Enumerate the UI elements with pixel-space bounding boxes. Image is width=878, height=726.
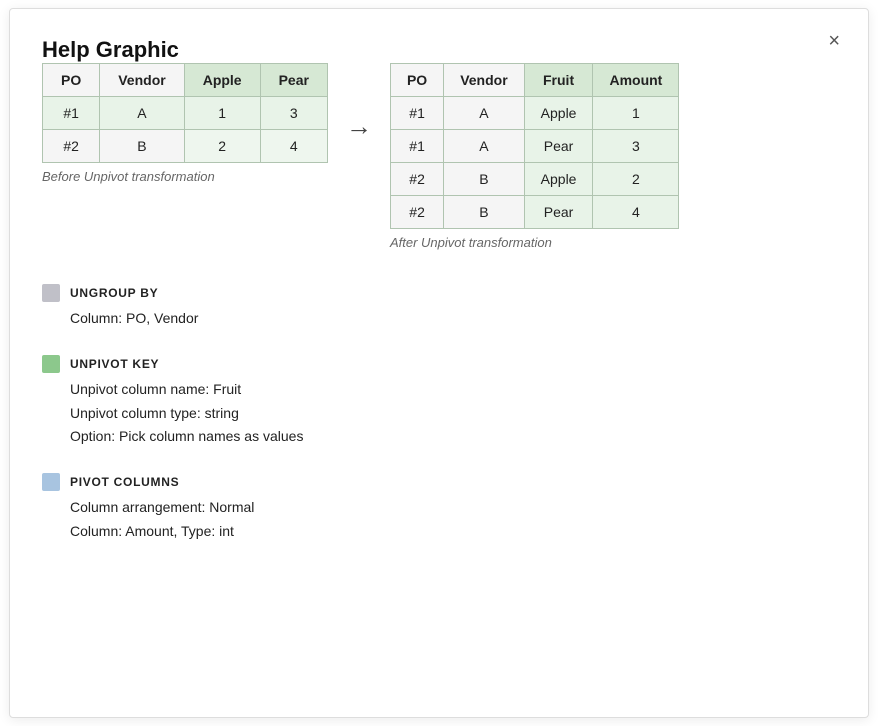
before-cell: 4: [260, 130, 327, 163]
before-cell: 2: [184, 130, 260, 163]
before-th-vendor: Vendor: [100, 64, 184, 97]
before-table: PO Vendor Apple Pear #1 A 1 3: [42, 63, 328, 163]
ungroup-color-box: [42, 284, 60, 302]
before-table-wrapper: PO Vendor Apple Pear #1 A 1 3: [42, 63, 328, 184]
after-cell: B: [444, 163, 524, 196]
after-th-amount: Amount: [593, 64, 679, 97]
before-th-po: PO: [43, 64, 100, 97]
left-panel: PO Vendor Apple Pear #1 A 1 3: [42, 63, 836, 544]
unpivot-key-header: UNPIVOT KEY: [42, 355, 816, 373]
before-th-apple: Apple: [184, 64, 260, 97]
unpivot-key-line-3: Option: Pick column names as values: [70, 425, 816, 449]
after-cell-amount: 1: [593, 97, 679, 130]
after-table-wrapper: PO Vendor Fruit Amount #1 A Apple: [390, 63, 679, 250]
after-cell-amount: 2: [593, 163, 679, 196]
after-cell: #2: [390, 163, 443, 196]
after-cell: A: [444, 130, 524, 163]
pivot-columns-section: PIVOT COLUMNS Column arrangement: Normal…: [42, 473, 816, 544]
after-cell-amount: 3: [593, 130, 679, 163]
after-cell-fruit: Pear: [524, 130, 593, 163]
table-row: #1 A Pear 3: [390, 130, 678, 163]
dialog-title: Help Graphic: [42, 37, 179, 62]
after-cell: #1: [390, 97, 443, 130]
arrow-area: →: [328, 63, 390, 142]
unpivot-key-line-1: Unpivot column name: Fruit: [70, 378, 816, 402]
pivot-columns-color-box: [42, 473, 60, 491]
content-area: PO Vendor Apple Pear #1 A 1 3: [42, 63, 836, 544]
after-table: PO Vendor Fruit Amount #1 A Apple: [390, 63, 679, 229]
table-row: #2 B Apple 2: [390, 163, 678, 196]
ungroup-label: UNGROUP BY: [70, 286, 158, 300]
after-th-fruit: Fruit: [524, 64, 593, 97]
after-caption: After Unpivot transformation: [390, 235, 679, 250]
table-row: #1 A Apple 1: [390, 97, 678, 130]
after-cell: #1: [390, 130, 443, 163]
close-button[interactable]: ×: [828, 31, 840, 51]
before-cell: #2: [43, 130, 100, 163]
pivot-columns-header: PIVOT COLUMNS: [42, 473, 816, 491]
table-row: #1 A 1 3: [43, 97, 328, 130]
after-th-vendor: Vendor: [444, 64, 524, 97]
ungroup-header: UNGROUP BY: [42, 284, 816, 302]
before-cell: 3: [260, 97, 327, 130]
tables-row: PO Vendor Apple Pear #1 A 1 3: [42, 63, 816, 260]
after-cell: A: [444, 97, 524, 130]
before-cell: B: [100, 130, 184, 163]
ungroup-body: Column: PO, Vendor: [42, 307, 816, 331]
before-cell: A: [100, 97, 184, 130]
unpivot-key-section: UNPIVOT KEY Unpivot column name: Fruit U…: [42, 355, 816, 449]
after-cell-amount: 4: [593, 196, 679, 229]
after-cell-fruit: Apple: [524, 97, 593, 130]
unpivot-key-color-box: [42, 355, 60, 373]
after-cell-fruit: Pear: [524, 196, 593, 229]
unpivot-key-line-2: Unpivot column type: string: [70, 402, 816, 426]
after-cell-fruit: Apple: [524, 163, 593, 196]
after-cell: #2: [390, 196, 443, 229]
unpivot-key-label: UNPIVOT KEY: [70, 357, 159, 371]
table-row: #2 B 2 4: [43, 130, 328, 163]
transform-arrow: →: [346, 111, 372, 142]
ungroup-section: UNGROUP BY Column: PO, Vendor: [42, 284, 816, 331]
pivot-columns-body: Column arrangement: Normal Column: Amoun…: [42, 496, 816, 544]
pivot-columns-label: PIVOT COLUMNS: [70, 475, 179, 489]
unpivot-key-body: Unpivot column name: Fruit Unpivot colum…: [42, 378, 816, 449]
after-th-po: PO: [390, 64, 443, 97]
after-cell: B: [444, 196, 524, 229]
help-graphic-dialog: Help Graphic × PO Vendor Apple Pear: [9, 8, 869, 718]
before-cell: 1: [184, 97, 260, 130]
before-th-pear: Pear: [260, 64, 327, 97]
ungroup-line: Column: PO, Vendor: [70, 307, 816, 331]
before-cell: #1: [43, 97, 100, 130]
table-row: #2 B Pear 4: [390, 196, 678, 229]
pivot-columns-line-2: Column: Amount, Type: int: [70, 520, 816, 544]
before-caption: Before Unpivot transformation: [42, 169, 328, 184]
pivot-columns-line-1: Column arrangement: Normal: [70, 496, 816, 520]
